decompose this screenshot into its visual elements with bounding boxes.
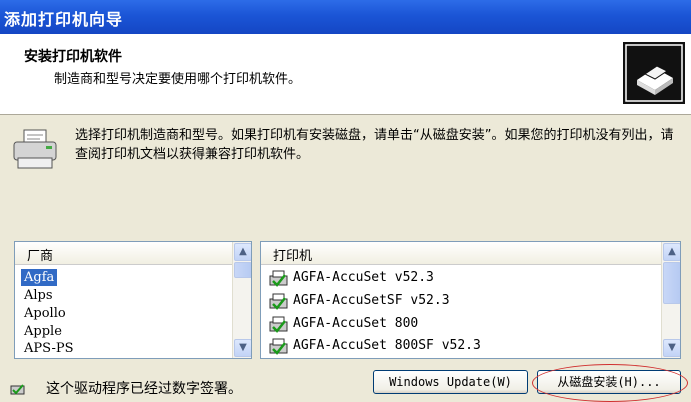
window-title: 添加打印机向导 xyxy=(4,10,124,29)
manufacturer-scrollbar[interactable]: ▲ ▼ xyxy=(232,242,251,358)
scroll-down-icon[interactable]: ▼ xyxy=(663,339,680,357)
printer-list[interactable]: 打印机 AGFA-AccuSet v52.3 AGFA-AccuSetSF v5… xyxy=(260,241,681,359)
scroll-thumb[interactable] xyxy=(663,262,680,304)
instruction-text: 选择打印机制造商和型号。如果打印机有安装磁盘，请单击“从磁盘安装”。如果您的打印… xyxy=(75,128,674,162)
list-item[interactable]: APS-PS xyxy=(21,340,77,357)
manufacturer-list[interactable]: 厂商 Agfa Alps Apollo Apple APS-PS ▲ ▼ xyxy=(14,241,252,359)
have-disk-button[interactable]: 从磁盘安装(H)... xyxy=(537,370,681,394)
printer-scrollbar[interactable]: ▲ ▼ xyxy=(661,242,680,358)
printer-icon xyxy=(13,129,57,169)
signed-driver-icon xyxy=(269,338,288,355)
list-item[interactable]: Apple xyxy=(21,323,65,340)
wizard-header: 安装打印机软件 制造商和型号决定要使用哪个打印机软件。 xyxy=(0,34,691,115)
scroll-up-icon[interactable]: ▲ xyxy=(234,243,251,261)
signature-status-text: 这个驱动程序已经过数字签署。 xyxy=(46,381,242,397)
scroll-up-icon[interactable]: ▲ xyxy=(663,243,680,261)
list-item[interactable]: Agfa xyxy=(21,269,58,286)
title-bar[interactable]: 添加打印机向导 xyxy=(0,0,691,34)
signed-driver-icon xyxy=(269,293,288,310)
page-subtitle: 制造商和型号决定要使用哪个打印机软件。 xyxy=(54,72,302,87)
scroll-thumb[interactable] xyxy=(234,262,251,278)
manufacturer-column-header[interactable]: 厂商 xyxy=(15,242,251,265)
windows-update-button[interactable]: Windows Update(W) xyxy=(373,370,528,394)
signed-driver-icon xyxy=(269,316,288,333)
printer-setup-icon xyxy=(623,42,685,104)
page-title: 安装打印机软件 xyxy=(24,49,122,65)
signed-driver-icon xyxy=(269,270,288,287)
printer-column-header[interactable]: 打印机 xyxy=(261,242,680,265)
scroll-down-icon[interactable]: ▼ xyxy=(234,339,251,357)
signed-driver-icon xyxy=(10,384,25,395)
list-item[interactable]: Apollo xyxy=(21,305,69,322)
list-item[interactable]: Alps xyxy=(21,287,56,304)
